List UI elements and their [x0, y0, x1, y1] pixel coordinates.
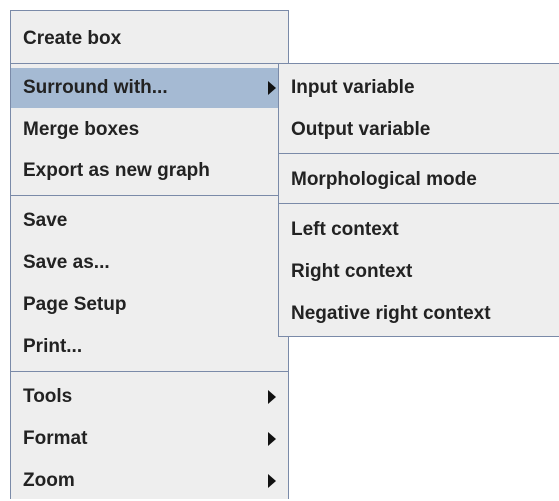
menu-item-label: Tools [23, 386, 73, 407]
menu-item-label: Morphological mode [291, 169, 477, 190]
surround-with-submenu: Input variable Output variable Morpholog… [278, 63, 559, 337]
menu-item-label: Surround with... [23, 77, 168, 98]
menu-item-label: Input variable [291, 77, 415, 98]
menu-item-merge-boxes[interactable]: Merge boxes [11, 110, 288, 150]
menu-item-label: Zoom [23, 470, 75, 491]
menu-item-label: Print... [23, 336, 83, 357]
menu-item-tools[interactable]: Tools [11, 377, 288, 417]
menu-item-save[interactable]: Save [11, 201, 288, 241]
menu-item-print[interactable]: Print... [11, 327, 288, 367]
menu-item-label: Page Setup [23, 294, 127, 315]
chevron-right-icon [268, 81, 276, 95]
submenu-item-left-context[interactable]: Left context [279, 210, 559, 250]
menu-item-create-box[interactable]: Create box [11, 19, 288, 59]
submenu-item-morphological-mode[interactable]: Morphological mode [279, 160, 559, 200]
menu-item-export-as-new-graph[interactable]: Export as new graph [11, 151, 288, 191]
menu-item-label: Export as new graph [23, 160, 210, 181]
menu-item-save-as[interactable]: Save as... [11, 243, 288, 283]
submenu-item-negative-right-context[interactable]: Negative right context [279, 294, 559, 334]
submenu-item-output-variable[interactable]: Output variable [279, 110, 559, 150]
menu-item-label: Negative right context [291, 303, 491, 324]
menu-item-label: Create box [23, 28, 122, 49]
menu-item-surround-with[interactable]: Surround with... [11, 68, 288, 108]
chevron-right-icon [268, 432, 276, 446]
menu-separator [279, 153, 559, 154]
menu-separator [11, 63, 288, 64]
menu-item-zoom[interactable]: Zoom [11, 461, 288, 501]
menu-item-label: Save as... [23, 252, 110, 273]
menu-item-label: Save [23, 210, 68, 231]
menu-item-page-setup[interactable]: Page Setup [11, 285, 288, 325]
chevron-right-icon [268, 474, 276, 488]
menu-separator [11, 371, 288, 372]
context-menu: Create box Surround with... Merge boxes … [10, 10, 289, 499]
menu-item-format[interactable]: Format [11, 419, 288, 459]
menu-item-label: Merge boxes [23, 119, 140, 140]
menu-item-label: Right context [291, 261, 413, 282]
menu-separator [11, 195, 288, 196]
menu-item-label: Output variable [291, 119, 431, 140]
submenu-item-input-variable[interactable]: Input variable [279, 68, 559, 108]
menu-item-label: Left context [291, 219, 399, 240]
chevron-right-icon [268, 390, 276, 404]
menu-separator [279, 203, 559, 204]
submenu-item-right-context[interactable]: Right context [279, 252, 559, 292]
menu-item-label: Format [23, 428, 88, 449]
